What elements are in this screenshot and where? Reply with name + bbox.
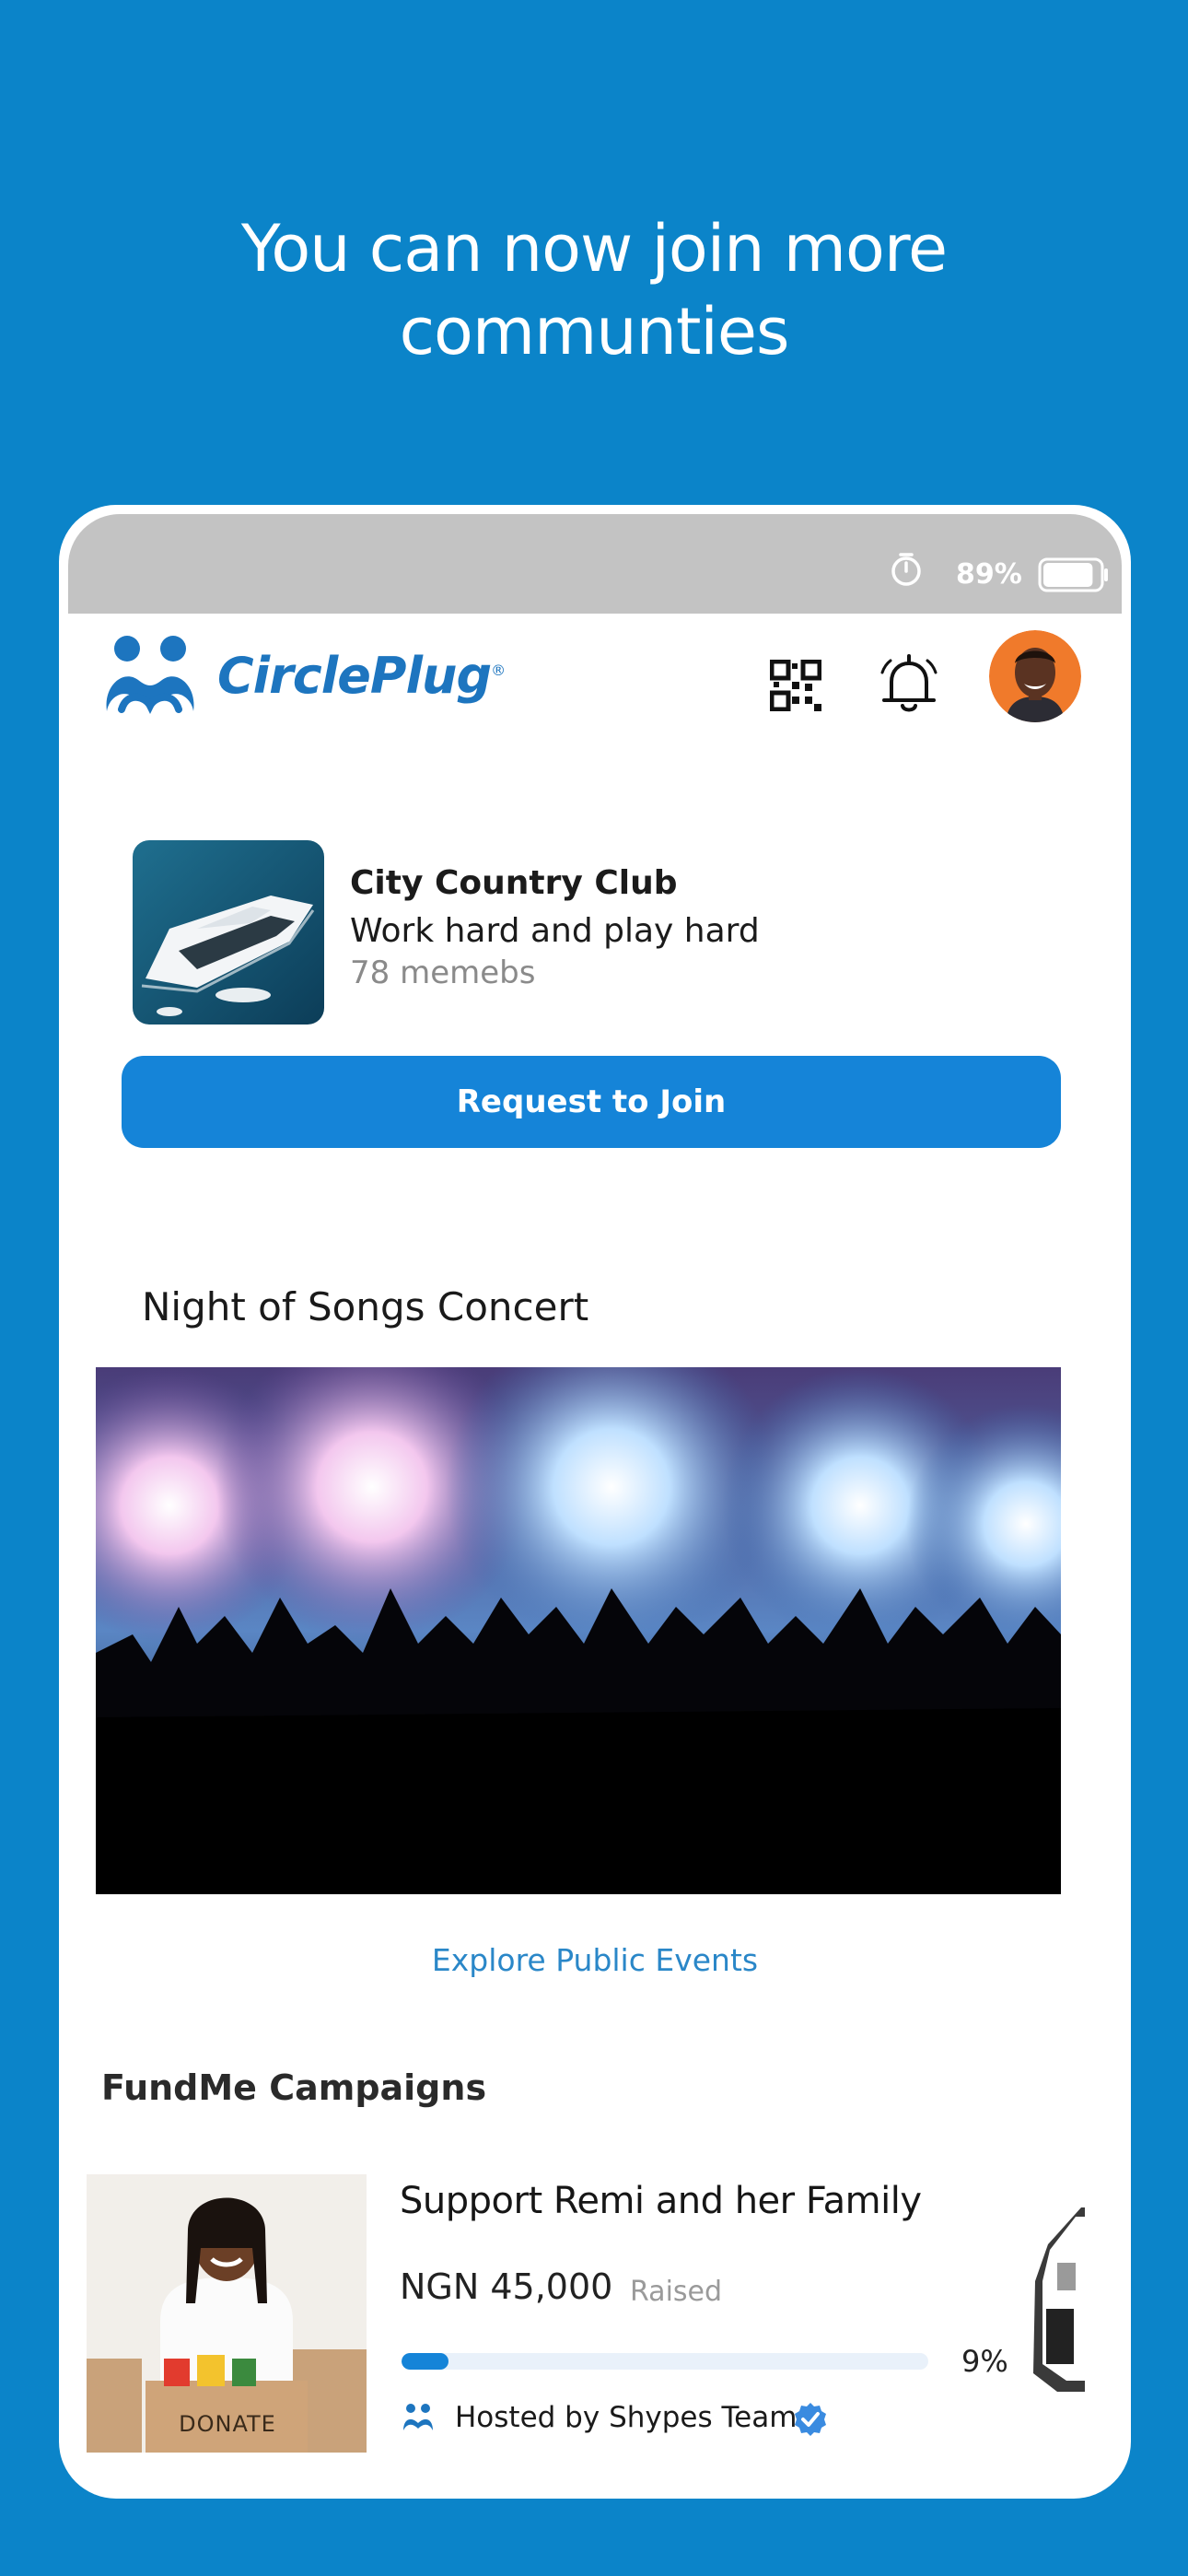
campaign-image-caption: DONATE [179, 2411, 276, 2437]
community-tagline: Work hard and play hard [350, 912, 760, 950]
event-title: Night of Songs Concert [142, 1284, 589, 1329]
campaign-amount: NGN 45,000 [400, 2266, 613, 2307]
request-to-join-button[interactable]: Request to Join [122, 1056, 1061, 1148]
campaign-host-text: Hosted by Shypes Team [455, 2401, 798, 2434]
event-image[interactable] [96, 1367, 1061, 1894]
circleplug-logo-icon [106, 636, 194, 714]
bell-icon[interactable] [877, 652, 941, 717]
timer-icon [891, 553, 921, 586]
community-thumbnail [133, 840, 324, 1025]
promo-headline: You can now join more communties [0, 207, 1188, 373]
explore-public-events-link[interactable]: Explore Public Events [59, 1942, 1131, 1978]
community-name: City Country Club [350, 864, 678, 902]
campaign-raised-label: Raised [630, 2276, 723, 2308]
campaign-title[interactable]: Support Remi and her Family [400, 2180, 922, 2222]
avatar-image [989, 630, 1081, 722]
registered-mark: ® [491, 662, 506, 679]
community-icon [403, 2404, 433, 2430]
campaign-progress-percent: 9% [961, 2344, 1008, 2379]
brand-name: CirclePlug® [217, 647, 506, 705]
verified-badge-icon [795, 2403, 826, 2436]
status-bar: 89% [68, 514, 1122, 614]
community-card[interactable]: City Country Club Work hard and play har… [133, 840, 1054, 1025]
promo-line-2: communties [399, 294, 790, 369]
promo-line-1: You can now join more [240, 211, 948, 287]
campaign-progress-bar [402, 2353, 928, 2370]
next-campaign-card-peek[interactable] [1030, 2207, 1085, 2410]
concert-photo [96, 1367, 1061, 1894]
community-member-count: 78 memebs [350, 954, 536, 991]
phone-frame: 89% CirclePlug® City Country Club Work h… [59, 505, 1131, 2499]
qr-code-icon[interactable] [770, 660, 821, 711]
battery-icon [1038, 557, 1108, 592]
campaign-image[interactable]: DONATE [87, 2174, 367, 2453]
avatar[interactable] [989, 630, 1081, 722]
campaign-progress-fill [402, 2353, 449, 2370]
battery-percent: 89% [956, 558, 1022, 591]
fundme-heading: FundMe Campaigns [101, 2067, 487, 2108]
